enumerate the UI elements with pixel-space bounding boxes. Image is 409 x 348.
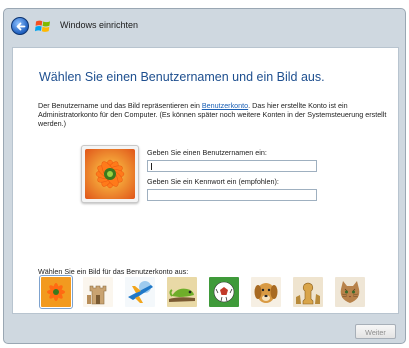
user-account-link[interactable]: Benutzerkonto — [202, 101, 248, 110]
windows-logo-icon — [35, 20, 50, 32]
picture-option-airplane[interactable] — [125, 277, 155, 307]
dog-icon — [251, 277, 281, 307]
chess-castle-icon — [83, 277, 113, 307]
username-label: Geben Sie einen Benutzernamen ein: — [147, 148, 267, 157]
picture-option-dog[interactable] — [251, 277, 281, 307]
password-field[interactable] — [147, 189, 317, 201]
picture-option-soccer[interactable] — [209, 277, 239, 307]
picture-option-flower[interactable] — [39, 275, 73, 309]
footer-bar: Weiter — [4, 314, 405, 345]
content-panel: Wählen Sie einen Benutzernamen und ein B… — [12, 47, 399, 314]
next-button[interactable]: Weiter — [355, 324, 396, 339]
flower-icon — [41, 277, 71, 307]
picture-option-chess[interactable] — [293, 277, 323, 307]
picture-prompt: Wählen Sie ein Bild für das Benutzerkont… — [38, 267, 189, 276]
chameleon-icon — [167, 277, 197, 307]
picture-option-castle[interactable] — [83, 277, 113, 307]
window-title: Windows einrichten — [60, 20, 139, 30]
picture-option-cat[interactable] — [335, 277, 365, 307]
setup-window: Windows einrichten Wählen Sie einen Benu… — [3, 8, 406, 344]
intro-text: Der Benutzername und das Bild repräsenti… — [38, 101, 388, 129]
title-bar: Windows einrichten — [4, 9, 405, 47]
text-caret — [151, 163, 152, 170]
chess-piece-icon — [293, 277, 323, 307]
picture-option-chameleon[interactable] — [167, 277, 197, 307]
cat-icon — [335, 277, 365, 307]
page-heading: Wählen Sie einen Benutzernamen und ein B… — [39, 70, 325, 84]
flower-icon — [85, 149, 135, 199]
username-field[interactable] — [147, 160, 317, 172]
back-button[interactable] — [11, 17, 29, 35]
selected-avatar — [81, 145, 139, 203]
password-label: Geben Sie ein Kennwort ein (empfohlen): — [147, 177, 279, 186]
airplane-icon — [125, 277, 155, 307]
intro-text-start: Der Benutzername und das Bild repräsenti… — [38, 101, 202, 110]
back-arrow-icon — [16, 22, 26, 31]
soccer-ball-icon — [209, 277, 239, 307]
